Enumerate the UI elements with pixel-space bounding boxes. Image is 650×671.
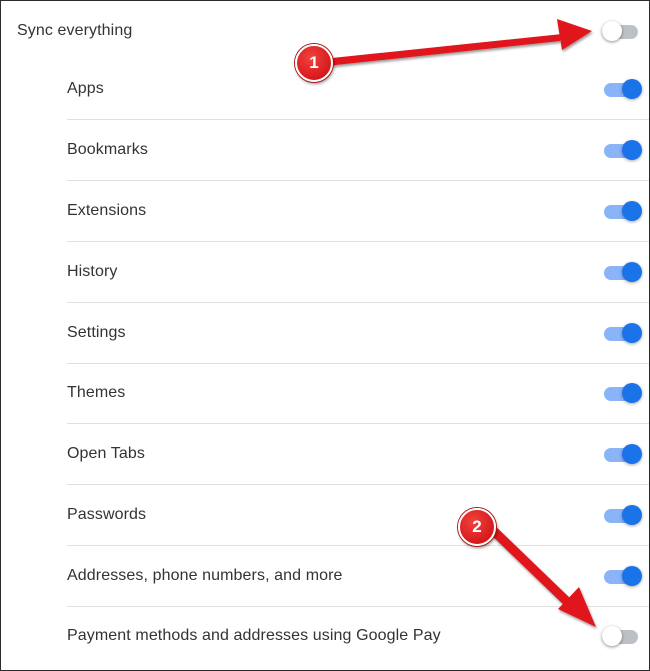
toggle-knob [622, 383, 642, 403]
sync-everything-toggle[interactable] [602, 21, 638, 41]
sync-item-history[interactable]: History [67, 242, 649, 303]
toggle-knob [622, 262, 642, 282]
toggle-knob [622, 79, 642, 99]
settings-toggle[interactable] [604, 323, 642, 343]
sync-item-payment-methods[interactable]: Payment methods and addresses using Goog… [67, 606, 649, 666]
annotation-number: 2 [472, 517, 482, 536]
sync-settings-panel: Sync everything Apps Bookmarks Extension… [0, 0, 650, 671]
toggle-knob [622, 566, 642, 586]
themes-toggle[interactable] [604, 383, 642, 403]
sync-item-label: Apps [67, 80, 104, 97]
sync-everything-label: Sync everything [17, 22, 133, 39]
sync-item-apps[interactable]: Apps [67, 59, 649, 120]
payment-methods-toggle[interactable] [602, 626, 638, 646]
sync-item-label: Payment methods and addresses using Goog… [67, 627, 441, 644]
sync-item-label: History [67, 263, 118, 280]
sync-item-settings[interactable]: Settings [67, 303, 649, 364]
sync-item-label: Themes [67, 384, 126, 401]
toggle-knob [602, 626, 622, 646]
sync-item-label: Extensions [67, 202, 147, 219]
sync-item-passwords[interactable]: Passwords [67, 485, 649, 546]
toggle-knob [622, 505, 642, 525]
bookmarks-toggle[interactable] [604, 140, 642, 160]
apps-toggle[interactable] [604, 79, 642, 99]
passwords-toggle[interactable] [604, 505, 642, 525]
annotation-number: 1 [309, 53, 319, 72]
sync-item-extensions[interactable]: Extensions [67, 181, 649, 242]
toggle-knob [622, 140, 642, 160]
sync-item-open-tabs[interactable]: Open Tabs [67, 424, 649, 485]
sync-item-bookmarks[interactable]: Bookmarks [67, 120, 649, 181]
sync-item-label: Passwords [67, 506, 147, 523]
sync-item-label: Open Tabs [67, 445, 145, 462]
addresses-toggle[interactable] [604, 566, 642, 586]
sync-item-label: Addresses, phone numbers, and more [67, 567, 343, 584]
sync-item-label: Bookmarks [67, 141, 148, 158]
toggle-knob [622, 323, 642, 343]
toggle-knob [602, 21, 622, 41]
toggle-knob [622, 201, 642, 221]
annotation-badge-2: 2 [458, 508, 496, 546]
toggle-knob [622, 444, 642, 464]
sync-everything-row[interactable]: Sync everything [17, 1, 649, 61]
sync-item-addresses[interactable]: Addresses, phone numbers, and more [67, 546, 649, 607]
extensions-toggle[interactable] [604, 201, 642, 221]
history-toggle[interactable] [604, 262, 642, 282]
open-tabs-toggle[interactable] [604, 444, 642, 464]
annotation-badge-1: 1 [295, 44, 333, 82]
sync-item-themes[interactable]: Themes [67, 363, 649, 424]
sync-item-label: Settings [67, 324, 126, 341]
